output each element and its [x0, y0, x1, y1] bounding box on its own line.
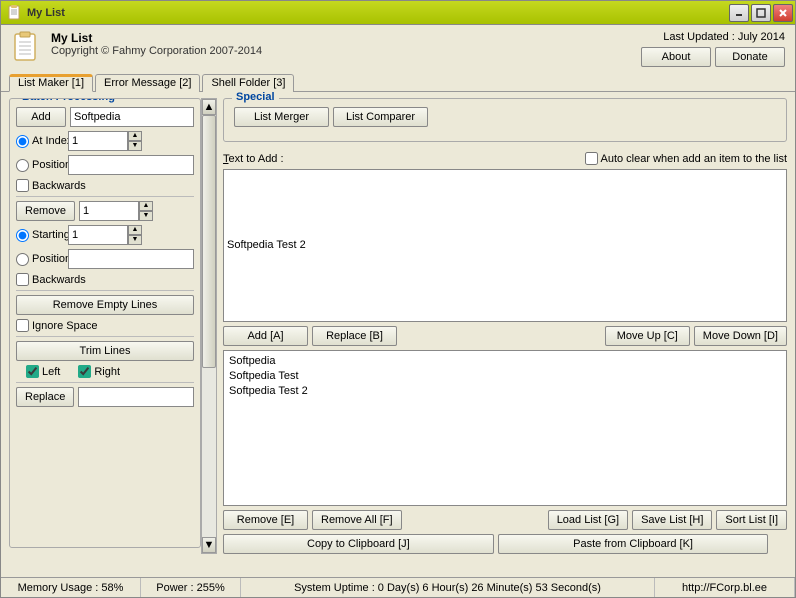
left-scrollbar[interactable]: ▲ ▼ — [201, 98, 217, 554]
list-merger-button[interactable]: List Merger — [234, 107, 329, 127]
special-legend: Special — [232, 91, 279, 103]
list-item[interactable]: Softpedia Test — [229, 369, 781, 384]
app-icon — [11, 31, 43, 63]
list-item[interactable]: Softpedia Test 2 — [229, 384, 781, 399]
batch-remove-button[interactable]: Remove — [16, 201, 75, 221]
position-of-radio[interactable]: Position of — [16, 159, 64, 172]
batch-add-input[interactable] — [70, 107, 194, 127]
spin-down-icon[interactable]: ▼ — [139, 211, 153, 221]
backwards-check-2[interactable]: Backwards — [16, 273, 86, 286]
backwards-check[interactable]: Backwards — [16, 179, 86, 192]
spin-down-icon[interactable]: ▼ — [128, 235, 142, 245]
scroll-down-icon[interactable]: ▼ — [202, 537, 216, 553]
batch-add-button[interactable]: Add — [16, 107, 66, 127]
tab-shell-folder[interactable]: Shell Folder [3] — [202, 74, 294, 92]
position-of-input-2[interactable] — [68, 249, 194, 269]
status-url: http://FCorp.bl.ee — [655, 578, 795, 597]
batch-replace-input[interactable] — [78, 387, 194, 407]
text-to-add-label: Text to Add : — [223, 153, 284, 165]
batch-legend: Batch Processing — [18, 98, 119, 103]
move-down-button[interactable]: Move Down [D] — [694, 326, 787, 346]
remove-empty-lines-button[interactable]: Remove Empty Lines — [16, 295, 194, 315]
starting-at-radio[interactable]: Starting at — [16, 229, 64, 242]
spin-up-icon[interactable]: ▲ — [128, 225, 142, 235]
tab-error-message[interactable]: Error Message [2] — [95, 74, 200, 92]
move-up-button[interactable]: Move Up [C] — [605, 326, 690, 346]
last-updated-text: Last Updated : July 2014 — [641, 31, 785, 43]
remove-item-button[interactable]: Remove [E] — [223, 510, 308, 530]
app-icon-small — [7, 5, 23, 21]
batch-processing-group: Batch Processing Add At Index ▲▼ Positio… — [9, 98, 201, 548]
list-box[interactable]: Softpedia Softpedia Test Softpedia Test … — [223, 350, 787, 507]
trim-right-check[interactable]: Right — [78, 365, 120, 378]
scroll-up-icon[interactable]: ▲ — [202, 99, 216, 115]
about-button[interactable]: About — [641, 47, 711, 67]
replace-button[interactable]: Replace [B] — [312, 326, 397, 346]
status-power: Power : 255% — [141, 578, 241, 597]
ignore-space-check[interactable]: Ignore Space — [16, 319, 97, 332]
at-index-spinner[interactable] — [68, 131, 128, 151]
window-title: My List — [27, 7, 729, 19]
paste-clipboard-button[interactable]: Paste from Clipboard [K] — [498, 534, 769, 554]
auto-clear-check[interactable]: Auto clear when add an item to the list — [585, 152, 788, 165]
starting-at-spinner[interactable] — [68, 225, 128, 245]
donate-button[interactable]: Donate — [715, 47, 785, 67]
maximize-button[interactable] — [751, 4, 771, 22]
status-memory: Memory Usage : 58% — [1, 578, 141, 597]
copy-clipboard-button[interactable]: Copy to Clipboard [J] — [223, 534, 494, 554]
trim-left-check[interactable]: Left — [26, 365, 60, 378]
remove-all-button[interactable]: Remove All [F] — [312, 510, 402, 530]
window-titlebar: My List — [0, 0, 796, 25]
sort-list-button[interactable]: Sort List [I] — [716, 510, 787, 530]
spin-up-icon[interactable]: ▲ — [139, 201, 153, 211]
add-button[interactable]: Add [A] — [223, 326, 308, 346]
position-of-input[interactable] — [68, 155, 194, 175]
save-list-button[interactable]: Save List [H] — [632, 510, 712, 530]
trim-lines-button[interactable]: Trim Lines — [16, 341, 194, 361]
scroll-thumb[interactable] — [202, 115, 216, 368]
minimize-button[interactable] — [729, 4, 749, 22]
batch-replace-button[interactable]: Replace — [16, 387, 74, 407]
copyright-text: Copyright © Fahmy Corporation 2007-2014 — [51, 45, 641, 57]
spin-down-icon[interactable]: ▼ — [128, 141, 142, 151]
at-index-radio[interactable]: At Index — [16, 135, 64, 148]
list-comparer-button[interactable]: List Comparer — [333, 107, 428, 127]
app-name: My List — [51, 31, 641, 45]
position-of-radio-2[interactable]: Position of — [16, 253, 64, 266]
text-to-add-input[interactable] — [223, 169, 787, 322]
list-item[interactable]: Softpedia — [229, 354, 781, 369]
special-group: Special List Merger List Comparer — [223, 98, 787, 142]
spin-up-icon[interactable]: ▲ — [128, 131, 142, 141]
tab-list-maker[interactable]: List Maker [1] — [9, 74, 93, 92]
remove-spinner[interactable] — [79, 201, 139, 221]
close-button[interactable] — [773, 4, 793, 22]
load-list-button[interactable]: Load List [G] — [548, 510, 628, 530]
status-uptime: System Uptime : 0 Day(s) 6 Hour(s) 26 Mi… — [241, 578, 655, 597]
